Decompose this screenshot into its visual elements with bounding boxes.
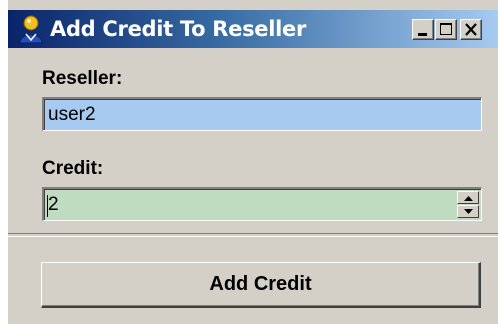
- credit-spinner: [457, 191, 479, 218]
- minimize-button[interactable]: [412, 19, 434, 40]
- close-button[interactable]: [460, 19, 482, 40]
- dialog-window: Add Credit To Reseller Reseller: user2 C…: [8, 0, 498, 324]
- credit-stepper[interactable]: 2: [42, 187, 482, 221]
- maximize-icon: [440, 23, 452, 35]
- arrow-up-icon: [464, 196, 473, 201]
- credit-value: 2: [48, 194, 59, 215]
- close-icon: [465, 23, 477, 36]
- reseller-label: Reseller:: [42, 68, 123, 89]
- window-title: Add Credit To Reseller: [50, 17, 307, 41]
- title-bar[interactable]: Add Credit To Reseller: [8, 10, 498, 48]
- reseller-field[interactable]: user2: [42, 97, 482, 131]
- increment-button[interactable]: [457, 191, 479, 204]
- reseller-value: user2: [48, 104, 96, 125]
- form-panel: Reseller: user2 Credit: 2: [8, 48, 498, 234]
- maximize-button[interactable]: [435, 19, 457, 40]
- add-credit-button[interactable]: Add Credit: [41, 262, 481, 308]
- minimize-icon: [418, 33, 427, 36]
- app-icon: [16, 14, 46, 44]
- arrow-down-icon: [464, 209, 473, 214]
- credit-label: Credit:: [42, 158, 104, 179]
- decrement-button[interactable]: [457, 205, 479, 218]
